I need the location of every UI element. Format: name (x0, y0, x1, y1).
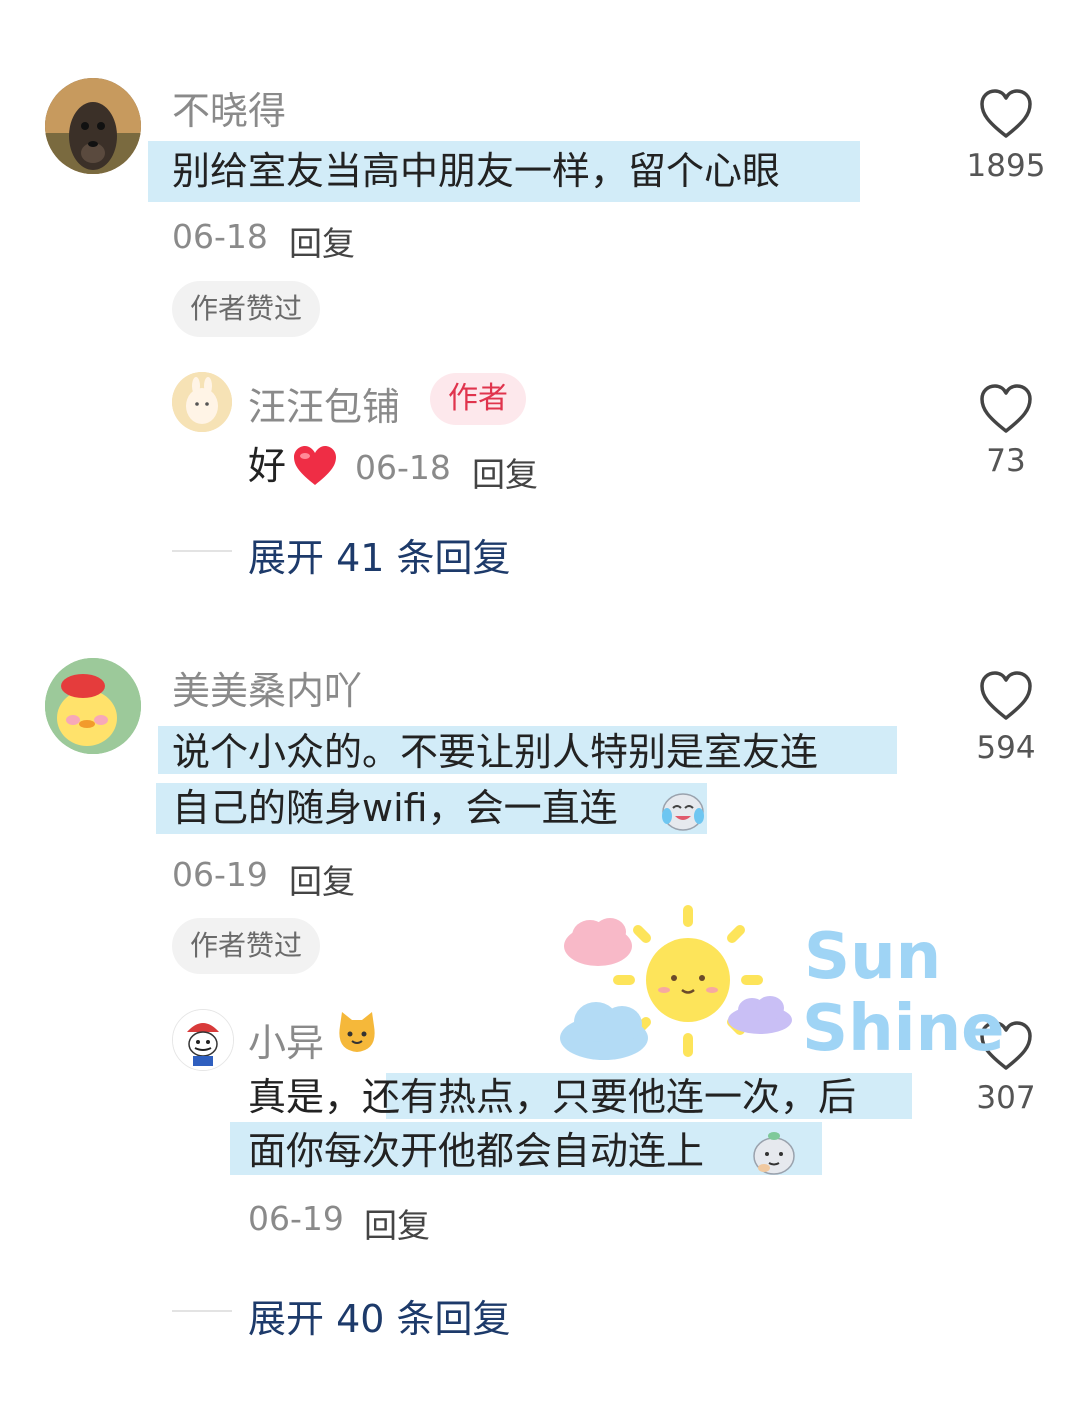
reply-text-line1b: 有热点，只要他连一次，后 (400, 1075, 857, 1119)
sunshine-sticker: Sun Shine (560, 905, 1005, 1066)
author-liked-badge: 作者赞过 (172, 281, 321, 337)
like-button[interactable]: 1895 (951, 88, 1061, 184)
comment-text-line2: 自己的随身wifi，会一直连 (172, 786, 618, 830)
purple-cloud-icon (728, 996, 792, 1034)
thinking-face-emoji-icon (753, 1132, 795, 1175)
avatar[interactable] (172, 1009, 234, 1071)
like-count: 594 (976, 730, 1036, 766)
comment-text: 别给室友当高中朋友一样，留个心眼 (172, 149, 781, 193)
pink-cloud-icon (564, 918, 632, 966)
like-count: 1895 (966, 148, 1046, 184)
avatar[interactable] (45, 658, 141, 754)
like-button[interactable]: 594 (951, 670, 1061, 766)
avatar[interactable] (45, 78, 141, 174)
reply-text-line2: 面你每次开他都会自动连上 (248, 1129, 705, 1173)
expand-replies-button[interactable]: 展开 40 条回复 (248, 1288, 511, 1343)
comment-text-line1: 说个小众的。不要让别人特别是室友连 (172, 730, 819, 774)
avatar[interactable] (172, 372, 232, 432)
reply-username[interactable]: 小异 (248, 1012, 324, 1067)
cat-emoji-icon (339, 1012, 375, 1052)
comment-date: 06-18 (172, 217, 268, 256)
red-heart-icon (294, 446, 336, 485)
reply-date: 06-18 (355, 448, 451, 487)
dog-avatar-icon (45, 78, 141, 174)
heart-icon (980, 89, 1032, 138)
like-count: 307 (976, 1080, 1036, 1116)
heart-icon (980, 671, 1032, 720)
cat-mario-avatar-icon (173, 1010, 233, 1070)
reply-text-line1a: 真是，还 (248, 1075, 401, 1119)
divider (172, 1310, 232, 1312)
like-count: 73 (986, 443, 1026, 479)
reply-button[interactable]: 回复 (289, 855, 355, 903)
reply-button[interactable]: 回复 (364, 1199, 430, 1247)
expand-replies-button[interactable]: 展开 41 条回复 (248, 527, 511, 582)
author-liked-badge: 作者赞过 (172, 918, 321, 974)
reply-button[interactable]: 回复 (472, 448, 538, 496)
heart-icon (980, 384, 1032, 433)
sticker-word-2: Shine (802, 992, 1005, 1066)
reply-text: 好 (248, 444, 287, 488)
sticker-word-1: Sun (804, 920, 941, 994)
bunny-avatar-icon (172, 372, 232, 432)
comment-date: 06-19 (172, 855, 268, 894)
divider (172, 550, 232, 552)
comment-username[interactable]: 不晓得 (172, 80, 286, 135)
reply-date: 06-19 (248, 1199, 344, 1238)
comment-username[interactable]: 美美桑内吖 (172, 660, 362, 715)
like-button[interactable]: 73 (951, 383, 1061, 479)
duck-avatar-icon (45, 658, 141, 754)
crying-laughing-emoji-icon (662, 793, 704, 831)
blue-cloud-icon (560, 1002, 648, 1060)
author-tag: 作者 (430, 373, 526, 425)
reply-button[interactable]: 回复 (289, 217, 355, 265)
reply-username[interactable]: 汪汪包铺 (248, 376, 400, 431)
